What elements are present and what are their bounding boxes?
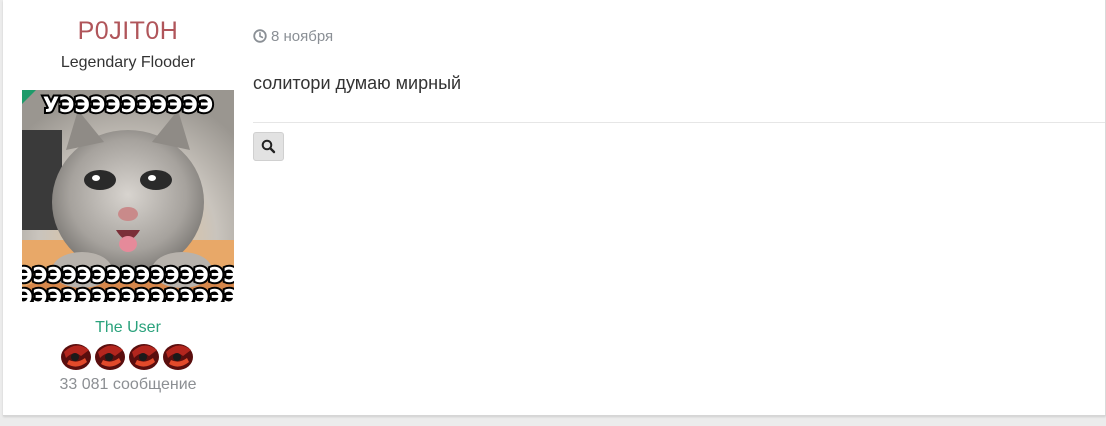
author-message-count: 33 081 сообщение — [59, 376, 197, 393]
reputation-icon — [129, 344, 159, 370]
author-group: The User — [95, 319, 161, 336]
author-username[interactable]: P0JIT0H — [3, 17, 253, 46]
avatar-caption-top: УЭЭЭЭЭЭЭЭЭЭ — [43, 93, 213, 117]
reputation-icons — [61, 344, 193, 370]
post-date[interactable]: 8 ноября — [253, 26, 333, 46]
author-avatar[interactable]: УЭЭЭЭЭЭЭЭЭЭ ЭЭЭЭЭЭЭЭЭЭЭЭЭЭЭ ЭЭЭЭЭЭЭЭЭЭЭЭ… — [22, 90, 234, 302]
forum-post: P0JIT0H Legendary Flooder УЭЭЭЭЭЭЭЭЭЭ ЭЭ… — [3, 0, 1106, 416]
reputation-icon — [95, 344, 125, 370]
post-date-text: 8 ноября — [271, 27, 334, 45]
avatar-caption-bottom: ЭЭЭЭЭЭЭЭЭЭЭЭЭЭЭ — [22, 263, 234, 287]
post-body: солитори думаю мирный — [253, 73, 462, 93]
clock-icon — [253, 29, 267, 43]
post-author-panel: P0JIT0H Legendary Flooder УЭЭЭЭЭЭЭЭЭЭ ЭЭ… — [3, 0, 253, 415]
avatar-caption-bottom-2: ЭЭЭЭЭЭЭЭЭЭЭЭЭЭЭ — [22, 285, 234, 302]
avatar-image: УЭЭЭЭЭЭЭЭЭЭ ЭЭЭЭЭЭЭЭЭЭЭЭЭЭЭ ЭЭЭЭЭЭЭЭЭЭЭЭ… — [22, 90, 234, 302]
online-indicator — [22, 90, 36, 104]
reputation-icon — [163, 344, 193, 370]
post-divider — [253, 122, 1106, 123]
author-title: Legendary Flooder — [60, 54, 196, 71]
search-button[interactable] — [253, 132, 284, 161]
search-icon — [261, 139, 276, 154]
post-content: 8 ноября солитори думаю мирный — [253, 0, 1106, 415]
reputation-icon — [61, 344, 91, 370]
